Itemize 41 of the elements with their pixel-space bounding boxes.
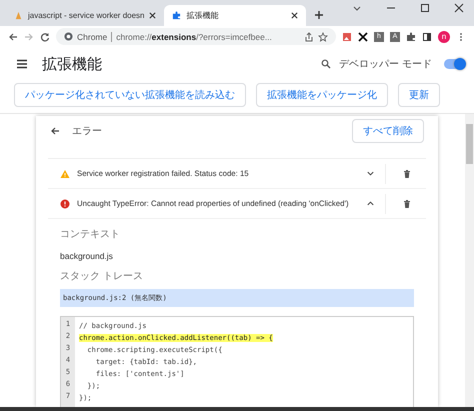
close-icon[interactable]: [454, 3, 464, 13]
trash-icon[interactable]: [402, 168, 412, 178]
puzzle-icon: [172, 11, 182, 20]
action-button[interactable]: 拡張機能をパッケージ化: [256, 83, 388, 107]
image-icon[interactable]: [342, 32, 352, 42]
side-panel-icon[interactable]: [422, 32, 432, 42]
scrollbar[interactable]: [465, 114, 474, 407]
profile-avatar[interactable]: n: [438, 30, 450, 42]
browser-tab[interactable]: 拡張機能: [164, 5, 306, 26]
chevron-up-icon[interactable]: [366, 199, 375, 208]
back-icon[interactable]: [8, 32, 18, 42]
page-title: 拡張機能: [42, 54, 102, 74]
browser-tab[interactable]: javascript - service worker doesn: [6, 5, 164, 26]
error-icon: [60, 198, 70, 208]
share-icon[interactable]: [304, 32, 314, 42]
action-button[interactable]: パッケージ化されていない拡張機能を読み込む: [14, 83, 246, 107]
toggle-switch[interactable]: [444, 59, 464, 69]
new-tab-icon[interactable]: [314, 10, 324, 20]
address-bar[interactable]: Chrome chrome://extensions/?errors=imcefbee...: [56, 28, 336, 45]
context-label: コンテキスト: [60, 228, 121, 241]
maximize-icon[interactable]: [420, 3, 430, 13]
stack-trace-label: スタック トレース: [60, 270, 144, 283]
x-icon[interactable]: [358, 32, 368, 42]
developer-mode-label: デベロッパー モード: [339, 58, 432, 71]
puzzle-icon[interactable]: [406, 32, 416, 42]
context-value: background.js: [60, 251, 114, 261]
close-icon[interactable]: [149, 12, 156, 19]
reload-icon[interactable]: [40, 32, 50, 42]
chrome-icon: [64, 32, 73, 41]
back-arrow-icon[interactable]: [50, 126, 60, 136]
star-icon[interactable]: [318, 32, 328, 42]
chevron-down-icon[interactable]: [366, 169, 375, 178]
clear-all-button[interactable]: すべて削除: [352, 119, 424, 143]
panel-title: エラー: [72, 125, 102, 138]
trash-icon[interactable]: [402, 198, 412, 208]
search-icon[interactable]: [321, 59, 332, 69]
close-icon[interactable]: [291, 12, 298, 19]
menu-icon[interactable]: [16, 59, 28, 69]
site-icon: [14, 11, 23, 20]
action-button[interactable]: 更新: [398, 83, 440, 107]
warning-icon: [60, 168, 70, 178]
